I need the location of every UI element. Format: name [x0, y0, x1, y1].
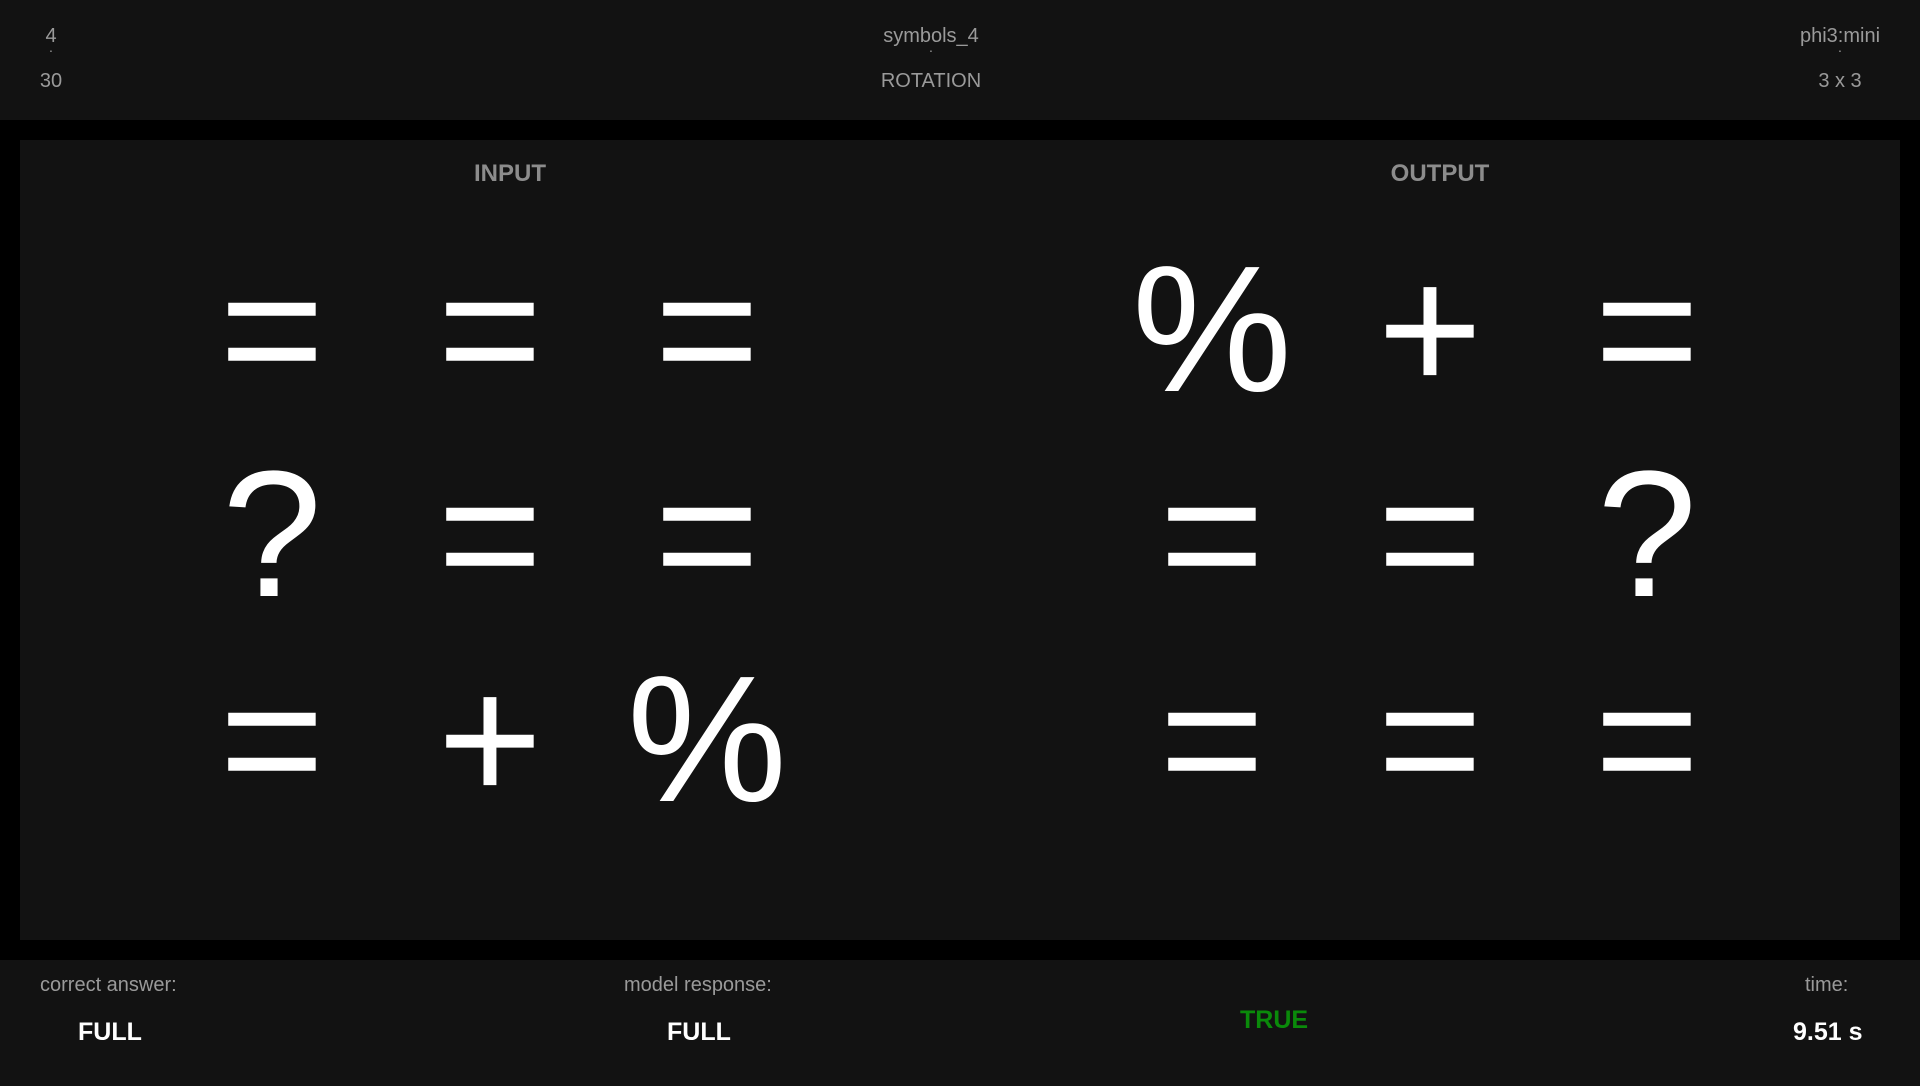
output-cell-r2-c2: = — [1594, 639, 1700, 840]
verdict-badge: TRUE — [1240, 1006, 1309, 1034]
output-cell-r0-c0: % — [1131, 229, 1293, 430]
model-info: phi3:mini · 3 x 3 — [1740, 0, 1920, 120]
model-response-label: model response: — [624, 974, 772, 996]
result-bar: correct answer: FULL model response: FUL… — [0, 960, 1920, 1086]
output-cell-r2-c0: = — [1159, 639, 1265, 840]
output-cell-r0-c1: + — [1377, 229, 1483, 430]
model-response-value: FULL — [667, 1018, 731, 1046]
input-cell-r1-c0: ? — [221, 434, 323, 635]
input-cell-r2-c2: % — [626, 639, 788, 840]
input-cell-r0-c1: = — [437, 229, 543, 430]
input-cell-r0-c2: = — [654, 229, 760, 430]
input-title: INPUT — [474, 160, 546, 187]
separator-dot: · — [48, 42, 54, 58]
input-cell-r1-c2: = — [654, 434, 760, 635]
task-info: symbols_4 · ROTATION — [830, 0, 1032, 120]
correct-answer-value: FULL — [78, 1018, 142, 1046]
input-cell-r2-c1: + — [437, 639, 543, 840]
separator-dot: · — [928, 42, 934, 58]
separator-dot: · — [1837, 42, 1843, 58]
output-cell-r1-c0: = — [1159, 434, 1265, 635]
puzzle-panel: INPUT OUTPUT = = = ? = = = + % % + = = =… — [20, 140, 1900, 940]
output-cell-r1-c2: ? — [1596, 434, 1698, 635]
task-progress: 4 · 30 — [0, 0, 102, 120]
output-cell-r0-c2: = — [1594, 229, 1700, 430]
input-cell-r0-c0: = — [219, 229, 325, 430]
input-cell-r2-c0: = — [219, 639, 325, 840]
time-value: 9.51 s — [1793, 1018, 1863, 1046]
output-cell-r1-c1: = — [1377, 434, 1483, 635]
task-transform: ROTATION — [880, 70, 982, 92]
output-title: OUTPUT — [1390, 160, 1490, 187]
grid-size: 3 x 3 — [1818, 70, 1862, 92]
input-cell-r1-c1: = — [437, 434, 543, 635]
output-cell-r2-c1: = — [1377, 639, 1483, 840]
time-label: time: — [1805, 974, 1849, 996]
correct-answer-label: correct answer: — [40, 974, 177, 996]
task-total: 30 — [39, 70, 63, 92]
top-bar: 4 · 30 symbols_4 · ROTATION phi3:mini · … — [0, 0, 1920, 120]
